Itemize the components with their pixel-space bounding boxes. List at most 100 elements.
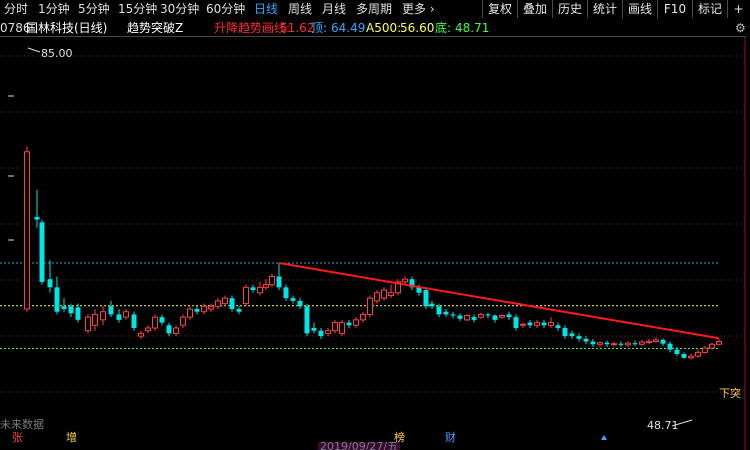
candle-body-13 xyxy=(123,311,129,318)
candle-body-75 xyxy=(555,325,561,328)
candle-body-44 xyxy=(339,322,345,334)
period-tab-8[interactable]: 月线 xyxy=(322,2,346,16)
candle-body-24 xyxy=(201,305,207,313)
candle-body-11 xyxy=(108,306,114,315)
candle-body-71 xyxy=(527,322,533,326)
stock-title[interactable]: 国林科技(日线) xyxy=(26,20,107,36)
top-label: 顶: xyxy=(311,21,328,35)
candle-body-6 xyxy=(68,306,74,314)
top-value: 64.49 xyxy=(331,21,366,35)
candle-body-38 xyxy=(297,300,303,307)
candle-body-92 xyxy=(674,349,680,355)
toolbar-button-1[interactable]: 叠加 xyxy=(517,0,552,18)
indicator-name[interactable]: 趋势突破Z xyxy=(127,20,183,36)
candle-body-50 xyxy=(381,289,387,299)
candle-body-73 xyxy=(541,322,547,326)
candle-body-83 xyxy=(611,343,617,346)
kline-chart[interactable]: 85.0048.71下突未来数据张增榜财2019/09/27/五 xyxy=(0,37,746,450)
candle-body-74 xyxy=(548,322,554,326)
indicator-info-bar: 0786 国林科技(日线) 趋势突破Z 升降趋势画线: 51.62 顶: 64.… xyxy=(0,20,750,37)
candle-body-81 xyxy=(597,342,603,345)
candle-body-53 xyxy=(402,278,408,283)
candle-body-91 xyxy=(667,343,673,350)
toolbar-button-6[interactable]: 标记 xyxy=(692,0,727,18)
candle-body-86 xyxy=(632,343,638,345)
candle-body-65 xyxy=(485,314,491,316)
candle-body-5 xyxy=(61,306,67,310)
candle-body-46 xyxy=(353,319,359,326)
toolbar-button-2[interactable]: 历史 xyxy=(552,0,587,18)
candle-body-34 xyxy=(269,275,275,286)
candle-body-43 xyxy=(332,322,338,332)
candle-body-30 xyxy=(243,286,249,305)
candle-body-26 xyxy=(215,300,221,307)
candle-body-59 xyxy=(443,311,449,315)
candle-body-17 xyxy=(152,316,158,329)
date-label: 2019/09/27/五 xyxy=(320,440,398,450)
candle-body-41 xyxy=(318,330,324,337)
candle-body-0 xyxy=(24,151,30,310)
candle-body-78 xyxy=(576,336,582,339)
candle-body-7 xyxy=(75,307,81,320)
period-tab-4[interactable]: 30分钟 xyxy=(160,2,199,16)
plus-button[interactable]: + xyxy=(727,0,749,18)
future-data-watermark: 未来数据 xyxy=(0,417,44,431)
candle-body-94 xyxy=(688,355,694,359)
candle-body-79 xyxy=(583,338,589,342)
a500-value: 56.60 xyxy=(400,21,435,35)
candle-body-69 xyxy=(513,317,519,328)
high-arrow xyxy=(27,47,41,53)
candle-body-64 xyxy=(478,313,484,318)
candle-body-39 xyxy=(304,306,310,334)
period-tab-9[interactable]: 多周期 xyxy=(356,2,392,16)
zhang-marker: 张 xyxy=(12,431,23,444)
candle-body-3 xyxy=(47,279,53,288)
period-tab-1[interactable]: 1分钟 xyxy=(38,2,70,16)
candle-body-18 xyxy=(159,317,165,323)
up-triangle-icon xyxy=(601,435,607,440)
candle-body-25 xyxy=(208,305,214,310)
candle-body-68 xyxy=(506,314,512,318)
candle-body-8 xyxy=(85,316,91,332)
candle-body-48 xyxy=(367,297,373,315)
period-toolbar: 分时 1分钟 5分钟 15分钟 30分钟 60分钟 日线 周线 月线 多周期 更多 › 复权 叠加 历史统… xyxy=(0,0,750,19)
candle-body-10 xyxy=(100,311,106,321)
candle-body-27 xyxy=(222,297,228,305)
candle-body-16 xyxy=(145,327,151,332)
candle-body-58 xyxy=(436,306,442,315)
candle-body-97 xyxy=(709,343,715,349)
candle-body-62 xyxy=(464,315,470,321)
period-tab-6[interactable]: 日线 xyxy=(254,2,278,16)
candle-body-23 xyxy=(194,309,200,312)
candle-body-61 xyxy=(457,315,463,319)
candle-body-76 xyxy=(562,327,568,337)
period-tab-7[interactable]: 周线 xyxy=(288,2,312,16)
toolbar-button-0[interactable]: 复权 xyxy=(482,0,517,18)
candle-body-40 xyxy=(311,327,317,331)
candle-body-85 xyxy=(625,342,631,346)
candle-body-12 xyxy=(116,314,122,320)
toolbar-button-5[interactable]: F10 xyxy=(657,0,692,18)
period-tab-5[interactable]: 60分钟 xyxy=(206,2,245,16)
candle-body-47 xyxy=(360,313,366,321)
period-tab-0[interactable]: 分时 xyxy=(4,2,28,16)
candle-body-67 xyxy=(499,315,505,318)
toolbar-button-3[interactable]: 统计 xyxy=(587,0,622,18)
candle-body-20 xyxy=(173,327,179,334)
candle-body-63 xyxy=(471,317,477,320)
candle-body-90 xyxy=(660,339,666,344)
period-tab-3[interactable]: 15分钟 xyxy=(118,2,157,16)
candle-body-1 xyxy=(34,216,40,220)
zeng-marker: 增 xyxy=(66,430,77,444)
candle-body-29 xyxy=(236,309,242,312)
gear-icon[interactable]: ⚙ xyxy=(735,20,746,36)
candle-body-87 xyxy=(639,341,645,345)
period-tab-2[interactable]: 5分钟 xyxy=(78,2,110,16)
toolbar-button-4[interactable]: 画线 xyxy=(622,0,657,18)
candle-body-37 xyxy=(290,298,296,301)
candle-body-88 xyxy=(646,341,652,344)
candle-body-31 xyxy=(250,287,256,291)
period-tab-10[interactable]: 更多 › xyxy=(402,2,435,16)
candle-body-93 xyxy=(681,354,687,358)
candle-body-15 xyxy=(138,332,144,337)
